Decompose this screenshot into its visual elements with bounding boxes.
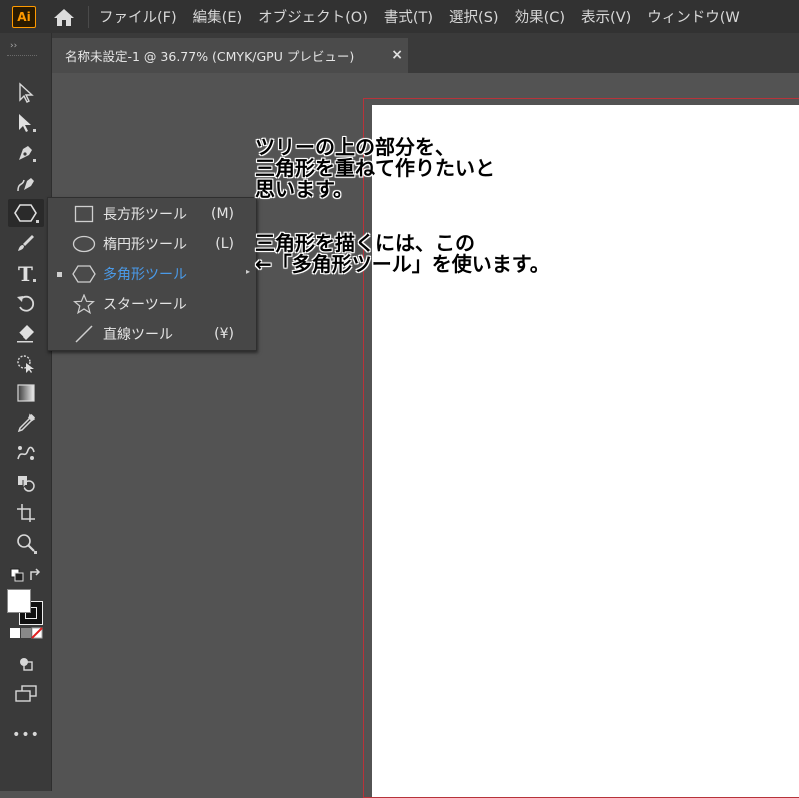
line-icon	[72, 323, 96, 345]
annotation-line: ツリーの上の部分を、	[255, 135, 455, 159]
polygon-icon	[72, 263, 96, 285]
document-tab-title: 名称未設定-1 @ 36.77% (CMYK/GPU プレビュー)	[65, 49, 355, 64]
menu-window[interactable]: ウィンドウ(W	[647, 6, 740, 27]
selected-indicator	[57, 271, 62, 277]
eraser-tool-icon[interactable]	[8, 319, 44, 347]
flyout-item-label: 多角形ツール	[103, 267, 187, 283]
fill-stroke-swatch[interactable]	[7, 589, 45, 625]
shape-tools-flyout: 長方形ツール (M) 楕円形ツール (L) 多角形ツール スターツール 直線ツー…	[47, 197, 257, 351]
home-icon[interactable]	[50, 3, 78, 31]
menu-file[interactable]: ファイル(F)	[99, 6, 177, 27]
annotation-line: 三角形を描くには、この	[255, 231, 475, 255]
panel-grip[interactable]	[7, 55, 37, 59]
blend-tool-icon[interactable]	[8, 439, 44, 467]
flyout-arrow-icon: ▸	[246, 267, 251, 276]
document-tab[interactable]: 名称未設定-1 @ 36.77% (CMYK/GPU プレビュー) ×	[52, 38, 408, 73]
polygon-tool-icon[interactable]	[8, 199, 44, 227]
illustrator-logo: Ai	[12, 5, 36, 28]
flyout-item-label: スターツール	[103, 297, 187, 313]
menu-object[interactable]: オブジェクト(O)	[258, 6, 368, 27]
panel-collapse-icon[interactable]: ››	[10, 41, 17, 51]
rotate-tool-icon[interactable]	[8, 289, 44, 317]
swap-colors-icon[interactable]	[28, 568, 42, 582]
flyout-item-label: 楕円形ツール	[103, 237, 187, 253]
star-icon	[72, 293, 96, 315]
flyout-item-ellipse[interactable]: 楕円形ツール (L)	[48, 229, 256, 259]
curvature-tool-icon[interactable]	[8, 169, 44, 197]
menu-type[interactable]: 書式(T)	[384, 6, 433, 27]
eyedropper-tool-icon[interactable]	[8, 409, 44, 437]
artboard-tool-icon[interactable]	[8, 499, 44, 527]
close-icon[interactable]: ×	[391, 47, 403, 63]
menu-effect[interactable]: 効果(C)	[515, 6, 565, 27]
artboard-surface[interactable]	[372, 105, 799, 797]
color-mode-buttons[interactable]	[8, 625, 44, 641]
type-tool-icon[interactable]: T	[8, 259, 44, 287]
fill-swatch[interactable]	[7, 589, 31, 613]
pen-tool-icon[interactable]	[8, 139, 44, 167]
flyout-item-label: 直線ツール	[103, 327, 173, 343]
paintbrush-tool-icon[interactable]	[8, 229, 44, 257]
flyout-item-star[interactable]: スターツール	[48, 289, 256, 319]
menu-bar: Ai ファイル(F) 編集(E) オブジェクト(O) 書式(T) 選択(S) 効…	[0, 0, 799, 33]
gradient-tool-icon[interactable]	[8, 379, 44, 407]
flyout-item-line[interactable]: 直線ツール (¥)	[48, 319, 256, 349]
menu-divider	[88, 5, 89, 28]
menu-edit[interactable]: 編集(E)	[193, 6, 242, 27]
annotation-line: ←「多角形ツール」を使います。	[255, 252, 550, 276]
flyout-item-rectangle[interactable]: 長方形ツール (M)	[48, 199, 256, 229]
puppet-warp-tool-icon[interactable]	[8, 349, 44, 377]
annotation-intro: ツリーの上の部分を、 三角形を重ねて作りたいと 思います。	[255, 137, 495, 200]
default-colors-icon[interactable]	[10, 568, 24, 582]
flyout-item-shortcut: (M)	[210, 206, 234, 222]
annotation-line: 思います。	[255, 177, 353, 201]
menu-select[interactable]: 選択(S)	[449, 6, 499, 27]
annotation-line: 三角形を重ねて作りたいと	[255, 156, 495, 180]
draw-mode-icon[interactable]	[8, 650, 44, 678]
flyout-item-shortcut: (¥)	[214, 326, 234, 342]
artboard[interactable]	[363, 98, 799, 798]
flyout-item-label: 長方形ツール	[103, 207, 187, 223]
ellipse-icon	[72, 233, 96, 255]
menu-view[interactable]: 表示(V)	[581, 6, 631, 27]
rectangle-icon	[72, 203, 96, 225]
flyout-item-shortcut: (L)	[215, 236, 234, 252]
shape-builder-tool-icon[interactable]	[8, 469, 44, 497]
fill-stroke-controls	[8, 561, 44, 589]
annotation-instruction: 三角形を描くには、この ←「多角形ツール」を使います。	[255, 233, 550, 275]
tools-panel: ›› T •••	[0, 33, 52, 791]
svg-text:T: T	[18, 262, 33, 284]
edit-toolbar-button[interactable]: •••	[8, 721, 44, 749]
direct-selection-tool-icon[interactable]	[8, 109, 44, 137]
flyout-item-polygon[interactable]: 多角形ツール	[48, 259, 256, 289]
zoom-tool-icon[interactable]	[8, 529, 44, 557]
document-tab-bar: 名称未設定-1 @ 36.77% (CMYK/GPU プレビュー) ×	[52, 33, 799, 73]
screen-mode-icon[interactable]	[8, 680, 44, 708]
selection-tool-icon[interactable]	[8, 79, 44, 107]
